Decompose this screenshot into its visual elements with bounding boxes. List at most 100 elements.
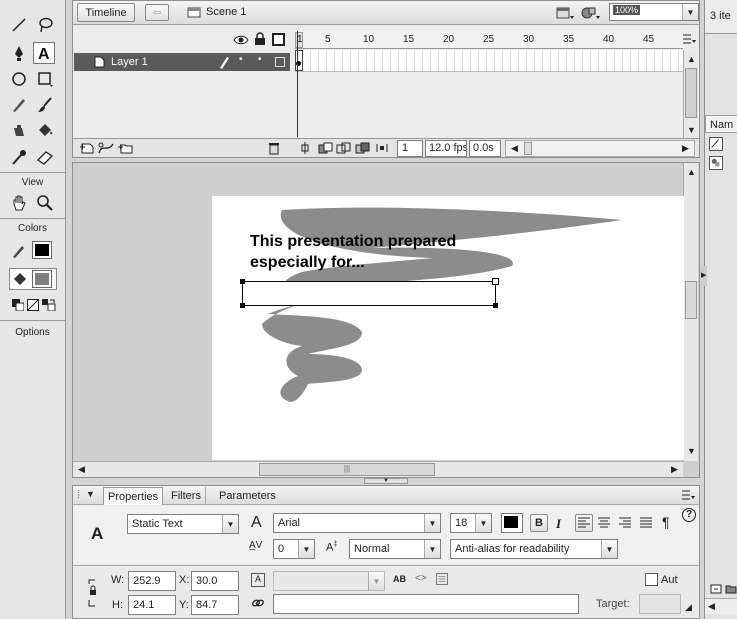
paint-bucket-tool-icon[interactable] [34, 120, 56, 142]
library-folder-icon[interactable] [725, 583, 737, 595]
paragraph-format-button[interactable]: ¶ [662, 514, 670, 530]
justify-icon[interactable] [639, 517, 653, 529]
layer-visible-dot[interactable]: • [239, 54, 243, 65]
add-layer-icon[interactable] [79, 141, 95, 155]
brush-tool-icon[interactable] [34, 94, 56, 116]
resize-handle[interactable] [492, 278, 499, 285]
stage-horizontal-scrollbar[interactable]: ◀ ||| ▶ [73, 461, 683, 477]
align-left-icon[interactable] [575, 514, 593, 532]
pen-tool-icon[interactable] [8, 42, 30, 64]
scroll-down-icon[interactable]: ▼ [684, 122, 699, 137]
eraser-tool-icon[interactable] [34, 146, 56, 168]
tab-parameters[interactable]: Parameters [215, 487, 280, 505]
scroll-up-icon[interactable]: ▲ [684, 51, 699, 66]
selectable-icon[interactable]: AB [393, 574, 406, 584]
stage-text-block[interactable]: This presentation prepared especially fo… [250, 231, 456, 273]
oval-tool-icon[interactable] [8, 68, 30, 90]
line-type-select[interactable]: ▼ [273, 571, 385, 591]
height-field[interactable]: 24.1 [128, 595, 176, 615]
edit-scene-icon[interactable] [555, 4, 575, 22]
y-field[interactable]: 84.7 [191, 595, 239, 615]
lock-icon[interactable] [254, 32, 266, 46]
help-icon[interactable]: ? [682, 508, 696, 522]
lasso-tool-icon[interactable] [34, 14, 56, 36]
panel-menu-icon[interactable] [681, 489, 695, 501]
align-center-icon[interactable] [597, 517, 611, 529]
modify-onion-markers-icon[interactable] [375, 141, 389, 155]
scroll-left-icon[interactable]: ◀ [74, 462, 89, 477]
line-tool-icon[interactable] [8, 14, 30, 36]
back-arrow-icon[interactable]: ⇦ [145, 4, 169, 21]
center-frame-icon[interactable] [299, 141, 311, 155]
black-white-icon[interactable] [12, 299, 25, 312]
library-item-icon[interactable] [709, 156, 723, 170]
scroll-left-icon[interactable]: ◀ [708, 601, 715, 612]
collapse-triangle-icon[interactable]: ▼ [86, 489, 95, 499]
edit-multiple-frames-icon[interactable] [355, 141, 371, 155]
url-link-field[interactable] [273, 594, 579, 614]
zoom-tool-icon[interactable] [34, 192, 56, 214]
scroll-thumb[interactable] [685, 68, 697, 118]
selection-handle[interactable] [240, 279, 245, 284]
timeline-horizontal-scrollbar[interactable]: ◀ ▶ [505, 140, 695, 157]
selection-handle[interactable] [240, 303, 245, 308]
timeline-vertical-scrollbar[interactable]: ▲ ▼ [683, 50, 698, 138]
scroll-up-icon[interactable]: ▲ [684, 164, 699, 179]
italic-button[interactable]: I [556, 516, 561, 532]
add-folder-icon[interactable] [117, 141, 133, 155]
onion-skin-icon[interactable] [318, 141, 334, 155]
scroll-thumb[interactable]: ||| [259, 463, 435, 476]
scroll-thumb[interactable] [685, 281, 697, 319]
auto-kern-checkbox[interactable] [645, 573, 658, 586]
timeline-toggle-button[interactable]: Timeline [77, 3, 135, 22]
target-select[interactable] [639, 594, 681, 614]
character-position-select[interactable]: Normal ▼ [349, 539, 441, 559]
zoom-select[interactable]: 100% ▼ [609, 3, 699, 21]
hand-tool-icon[interactable] [8, 192, 30, 214]
eyedropper-tool-icon[interactable] [8, 146, 30, 168]
render-html-icon[interactable]: <> [415, 573, 427, 584]
constrain-lock-icon[interactable] [87, 578, 99, 608]
name-column-label[interactable]: Nam [710, 119, 733, 131]
scroll-right-icon[interactable]: ▶ [678, 141, 693, 156]
expand-arrow-icon[interactable]: ▶ [701, 266, 707, 286]
scroll-left-icon[interactable]: ◀ [507, 141, 522, 156]
no-color-icon[interactable] [26, 298, 40, 312]
x-field[interactable]: 30.0 [191, 571, 239, 591]
new-symbol-icon[interactable] [709, 583, 723, 595]
scroll-down-icon[interactable]: ▼ [684, 443, 699, 458]
bold-button[interactable]: B [530, 514, 548, 532]
align-right-icon[interactable] [618, 517, 632, 529]
stroke-color-swatch[interactable] [32, 241, 52, 259]
font-select[interactable]: Arial ▼ [273, 513, 441, 533]
layer-outline-box[interactable] [275, 57, 285, 67]
resize-grip-icon[interactable]: ◢ [685, 602, 692, 613]
text-color-swatch[interactable] [501, 513, 523, 533]
outline-icon[interactable] [272, 33, 285, 46]
pencil-tool-icon[interactable] [8, 94, 30, 116]
anti-alias-select[interactable]: Anti-alias for readability ▼ [450, 539, 618, 559]
add-motion-guide-icon[interactable] [97, 141, 115, 155]
library-scrollbar[interactable]: ◀ [705, 598, 737, 614]
trash-icon[interactable] [267, 141, 281, 155]
text-tool-icon[interactable]: A [33, 42, 55, 64]
library-item-icon[interactable] [709, 137, 723, 151]
width-field[interactable]: 252.9 [128, 571, 176, 591]
frame-view-menu-icon[interactable] [681, 32, 697, 46]
swap-colors-icon[interactable] [42, 299, 56, 312]
ink-bottle-tool-icon[interactable] [8, 120, 30, 142]
rectangle-tool-icon[interactable] [34, 68, 56, 90]
eye-icon[interactable] [233, 34, 249, 46]
text-type-select[interactable]: Static Text ▼ [127, 514, 239, 534]
show-border-icon[interactable] [436, 573, 448, 585]
scroll-thumb[interactable] [524, 142, 532, 155]
frame-rate-field[interactable]: 12.0 fps [425, 140, 467, 157]
edit-symbols-icon[interactable] [580, 4, 602, 22]
letter-spacing-field[interactable]: 0 ▼ [273, 539, 315, 559]
onion-skin-outlines-icon[interactable] [336, 141, 352, 155]
font-size-field[interactable]: 18 ▼ [450, 513, 492, 533]
tab-filters[interactable]: Filters [167, 487, 206, 505]
layer-row[interactable]: Layer 1 • • [74, 53, 290, 71]
stage-vertical-scrollbar[interactable]: ▲ ▼ [683, 163, 698, 461]
layer-lock-dot[interactable]: • [258, 54, 262, 65]
